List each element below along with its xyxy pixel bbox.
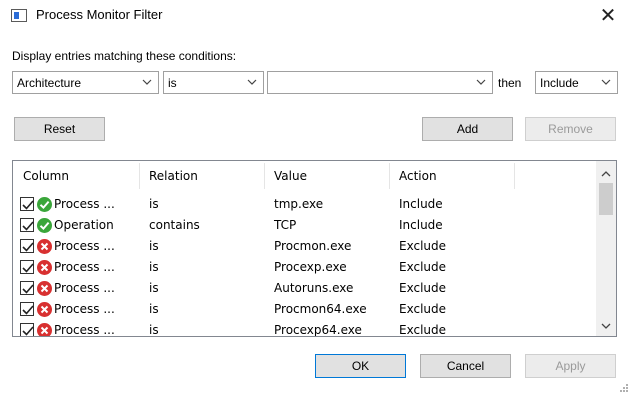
row-column-cell: Process ... [54, 197, 115, 211]
row-relation-cell: is [149, 323, 159, 337]
row-column-cell: Process ... [54, 302, 115, 316]
column-select[interactable]: Architecture [12, 71, 159, 94]
row-checkbox[interactable] [20, 239, 34, 253]
value-combo[interactable] [267, 71, 493, 94]
row-column-cell: Process ... [54, 323, 115, 337]
table-row[interactable]: Process ... is Procmon64.exe Exclude [13, 299, 596, 320]
row-value-cell: tmp.exe [274, 197, 324, 211]
row-relation-cell: is [149, 302, 159, 316]
row-value-cell: Procmon.exe [274, 239, 352, 253]
scrollbar-thumb[interactable] [599, 183, 613, 215]
table-row[interactable]: Process ... is Procexp.exe Exclude [13, 257, 596, 278]
ok-button[interactable]: OK [315, 354, 406, 378]
column-header-action[interactable]: Action [389, 161, 514, 191]
row-relation-cell: is [149, 239, 159, 253]
chevron-down-icon [600, 75, 612, 89]
row-relation-cell: is [149, 197, 159, 211]
row-checkbox[interactable] [20, 218, 34, 232]
conditions-label: Display entries matching these condition… [12, 49, 237, 63]
row-column-cell: Process ... [54, 281, 115, 295]
row-relation-cell: contains [149, 218, 200, 232]
row-action-cell: Include [399, 197, 443, 211]
cancel-button[interactable]: Cancel [420, 354, 511, 378]
row-value-cell: Procmon64.exe [274, 302, 367, 316]
row-relation-cell: is [149, 260, 159, 274]
list-header: Column Relation Value Action [13, 161, 596, 191]
title-bar: Process Monitor Filter ✕ [0, 0, 631, 32]
row-value-cell: Autoruns.exe [274, 281, 354, 295]
row-checkbox[interactable] [20, 281, 34, 295]
scroll-down-icon[interactable] [601, 319, 611, 333]
table-row[interactable]: Process ... is Procmon.exe Exclude [13, 236, 596, 257]
chevron-down-icon [475, 75, 487, 89]
green-check-circle-icon [36, 196, 53, 213]
column-header-value[interactable]: Value [264, 161, 389, 191]
red-x-circle-icon [36, 280, 53, 297]
row-checkbox[interactable] [20, 260, 34, 274]
red-x-circle-icon [36, 259, 53, 276]
filter-list[interactable]: Column Relation Value Action Process ...… [12, 160, 617, 337]
row-relation-cell: is [149, 281, 159, 295]
column-header-column[interactable]: Column [13, 161, 139, 191]
then-label: then [498, 76, 522, 90]
red-x-circle-icon [36, 301, 53, 318]
close-icon[interactable]: ✕ [597, 4, 619, 26]
row-checkbox[interactable] [20, 302, 34, 316]
resize-grip-icon[interactable] [619, 382, 629, 392]
row-checkbox[interactable] [20, 323, 34, 336]
row-action-cell: Exclude [399, 239, 447, 253]
row-value-cell: Procexp64.exe [274, 323, 362, 337]
row-action-cell: Include [399, 218, 443, 232]
table-row[interactable]: Process ... is Procexp64.exe Exclude [13, 320, 596, 337]
row-checkbox[interactable] [20, 197, 34, 211]
column-select-value: Architecture [17, 76, 82, 90]
row-value-cell: TCP [274, 218, 297, 232]
red-x-circle-icon [36, 238, 53, 255]
action-select-value: Include [540, 76, 579, 90]
apply-button[interactable]: Apply [525, 354, 616, 378]
vertical-scrollbar[interactable] [596, 161, 616, 336]
chevron-down-icon [246, 75, 258, 89]
row-action-cell: Exclude [399, 302, 447, 316]
green-check-circle-icon [36, 217, 53, 234]
table-row[interactable]: Operation contains TCP Include [13, 215, 596, 236]
row-action-cell: Exclude [399, 260, 447, 274]
row-value-cell: Procexp.exe [274, 260, 347, 274]
window-title: Process Monitor Filter [36, 7, 163, 22]
relation-select-value: is [168, 76, 177, 90]
row-action-cell: Exclude [399, 281, 447, 295]
column-header-relation[interactable]: Relation [139, 161, 264, 191]
reset-button[interactable]: Reset [14, 117, 105, 141]
action-select[interactable]: Include [535, 71, 618, 94]
row-action-cell: Exclude [399, 323, 447, 337]
row-column-cell: Process ... [54, 239, 115, 253]
app-icon [11, 9, 27, 22]
chevron-down-icon [141, 75, 153, 89]
column-divider[interactable] [514, 163, 515, 189]
remove-button[interactable]: Remove [525, 117, 616, 141]
table-row[interactable]: Process ... is Autoruns.exe Exclude [13, 278, 596, 299]
scroll-up-icon[interactable] [601, 167, 611, 181]
row-column-cell: Process ... [54, 260, 115, 274]
table-row[interactable]: Process ... is tmp.exe Include [13, 194, 596, 215]
relation-select[interactable]: is [163, 71, 264, 94]
row-column-cell: Operation [54, 218, 114, 232]
red-x-circle-icon [36, 322, 53, 336]
add-button[interactable]: Add [422, 117, 513, 141]
